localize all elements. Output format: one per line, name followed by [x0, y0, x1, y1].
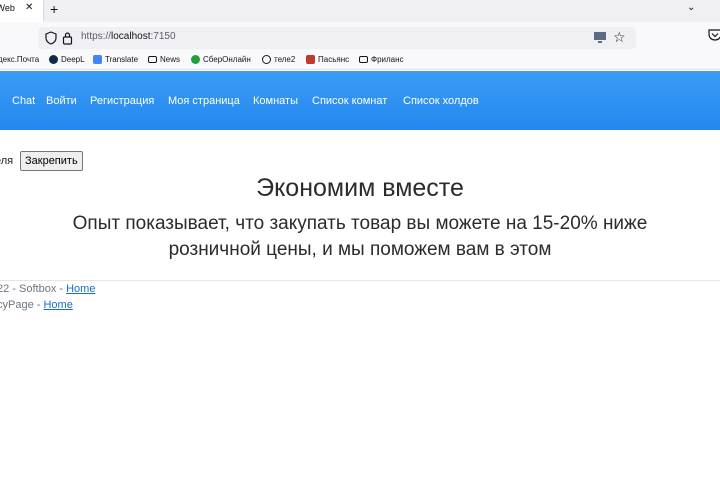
bookmark-freelance[interactable]: Фриланс — [359, 55, 404, 64]
bookmark-translate[interactable]: Translate — [93, 55, 138, 64]
cards-icon — [306, 55, 315, 64]
page-title: Экономим вместе — [0, 174, 720, 203]
globe-icon — [262, 55, 271, 64]
url-host: localhost — [111, 31, 151, 42]
bookmark-label: DeepL — [61, 55, 85, 64]
bookmark-label: Пасьянс — [318, 55, 350, 64]
nav-link-my-page[interactable]: Моя страница — [168, 95, 240, 107]
bookmark-label: СберОнлайн — [203, 55, 251, 64]
site-navbar: : Chat Войти Регистрация Моя страница Ко… — [0, 71, 720, 130]
footer-divider — [0, 280, 720, 281]
bookmark-sber[interactable]: СберОнлайн — [191, 55, 251, 64]
footer-privacy: cyPage - Home — [0, 299, 73, 311]
close-icon[interactable]: ✕ — [25, 2, 33, 13]
nav-link-register[interactable]: Регистрация — [90, 95, 154, 107]
browser-tab-active[interactable]: tWeb ✕ — [0, 0, 43, 22]
nav-link-chat[interactable]: Chat — [12, 95, 35, 107]
sber-icon — [191, 55, 200, 64]
subtitle-line-2: розничной цены, и мы поможем вам в этом — [168, 239, 552, 260]
folder-icon — [359, 56, 368, 63]
subtitle-line-1: Опыт показывает, что закупать товар вы м… — [72, 213, 648, 234]
folder-icon — [148, 56, 157, 63]
chevron-down-icon[interactable]: ⌄ — [687, 2, 695, 13]
bookmark-label: теле2 — [274, 55, 296, 64]
shield-icon[interactable] — [45, 31, 57, 45]
bookmark-label: декс.Почта — [0, 55, 40, 64]
nav-link-rooms[interactable]: Комнаты — [253, 95, 298, 107]
pocket-icon[interactable] — [708, 29, 720, 41]
bookmarks-bar: декс.Почта DeepL Translate News СберОнла… — [0, 52, 720, 70]
pin-button[interactable]: Закрепить — [20, 151, 83, 171]
nav-link-login[interactable]: Войти — [46, 95, 77, 107]
page-title-text: Экономим вместе — [256, 174, 464, 202]
url-text[interactable]: https://localhost:7150 — [81, 31, 176, 42]
browser-toolbar: https://localhost:7150 ☆ — [0, 22, 720, 52]
bookmark-label: Фриланс — [371, 55, 404, 64]
url-bar[interactable]: https://localhost:7150 ☆ — [38, 27, 636, 49]
bookmark-tele2[interactable]: теле2 — [262, 55, 295, 64]
bookmark-mail[interactable]: декс.Почта — [0, 55, 39, 64]
lock-icon[interactable] — [62, 31, 73, 45]
footer-copyright: 22 - Softbox - Home — [0, 283, 95, 295]
footer-text: cyPage - — [0, 299, 44, 311]
bookmark-label: News — [160, 55, 181, 64]
nav-link-room-list[interactable]: Список комнат — [312, 95, 387, 107]
page-subtitle: Опыт показывает, что закупать товар вы м… — [0, 211, 720, 263]
browser-tab-strip: tWeb ✕ + ⌄ — [0, 0, 720, 22]
bookmark-label: Translate — [105, 55, 139, 64]
footer-home-link[interactable]: Home — [66, 283, 95, 295]
fix-label: еля — [0, 155, 14, 167]
screen-share-icon[interactable] — [593, 31, 607, 44]
tab-title: tWeb — [0, 3, 15, 13]
deepl-icon — [49, 55, 58, 64]
bookmark-solitaire[interactable]: Пасьянс — [306, 55, 349, 64]
translate-icon — [93, 55, 102, 64]
url-port: :7150 — [150, 31, 176, 42]
footer-text: 22 - Softbox - — [0, 283, 67, 295]
bookmark-news[interactable]: News — [148, 55, 180, 64]
nav-link-hold-list[interactable]: Список холдов — [403, 95, 479, 107]
new-tab-button[interactable]: + — [50, 0, 58, 18]
url-scheme: https:// — [81, 31, 112, 42]
bookmark-deepl[interactable]: DeepL — [49, 55, 85, 64]
star-icon[interactable]: ☆ — [613, 29, 626, 46]
footer-home-link-2[interactable]: Home — [43, 299, 72, 311]
